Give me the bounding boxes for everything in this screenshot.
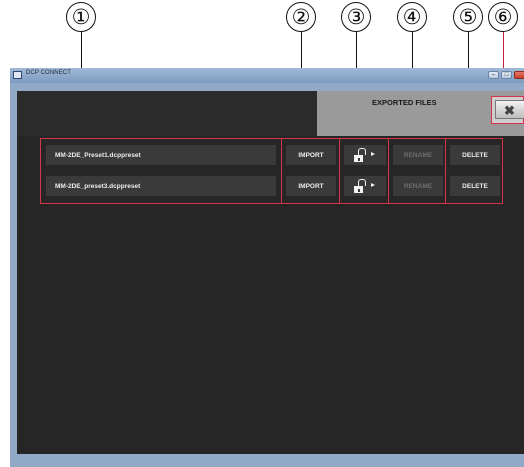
unlock-icon [354, 179, 376, 193]
lock-column [339, 138, 389, 204]
file-name-column: MM-2DE_Preset1.dcppreset MM-2DE_preset3.… [40, 138, 282, 204]
import-button-row-2[interactable]: IMPORT [286, 176, 336, 196]
callout-5: ⑤ [453, 2, 483, 32]
window-title: DCP CONNECT [26, 70, 71, 76]
callout-3: ③ [341, 2, 371, 32]
rename-button-row-2[interactable]: RENAME [393, 176, 443, 196]
lock-toggle-row-2[interactable] [344, 176, 386, 196]
file-name-row-1: MM-2DE_Preset1.dcppreset [46, 145, 276, 165]
close-button-highlight: ✖ [491, 96, 524, 124]
delete-button-row-2[interactable]: DELETE [450, 176, 500, 196]
callout-6: ⑥ [488, 2, 518, 32]
delete-button-row-1[interactable]: DELETE [450, 145, 500, 165]
rename-column: RENAME RENAME [388, 138, 446, 204]
minimize-icon[interactable]: – [488, 71, 499, 79]
callout-4: ④ [397, 2, 427, 32]
unlock-icon [354, 148, 376, 162]
file-name-row-2: MM-2DE_preset3.dcppreset [46, 176, 276, 196]
close-x-icon[interactable]: ✖ [495, 100, 524, 119]
import-column: IMPORT IMPORT [281, 138, 340, 204]
delete-column: DELETE DELETE [445, 138, 503, 204]
window-titlebar[interactable]: DCP CONNECT – □ [10, 68, 524, 83]
callout-1: ① [66, 2, 96, 32]
maximize-icon[interactable]: □ [501, 71, 512, 79]
lock-toggle-row-1[interactable] [344, 145, 386, 165]
window-close-icon[interactable] [514, 71, 524, 79]
import-button-row-1[interactable]: IMPORT [286, 145, 336, 165]
callout-2: ② [286, 2, 316, 32]
dialog-title: EXPORTED FILES [372, 98, 437, 107]
app-icon [13, 71, 22, 79]
rename-button-row-1[interactable]: RENAME [393, 145, 443, 165]
dialog-header: EXPORTED FILES ✖ [17, 91, 524, 136]
